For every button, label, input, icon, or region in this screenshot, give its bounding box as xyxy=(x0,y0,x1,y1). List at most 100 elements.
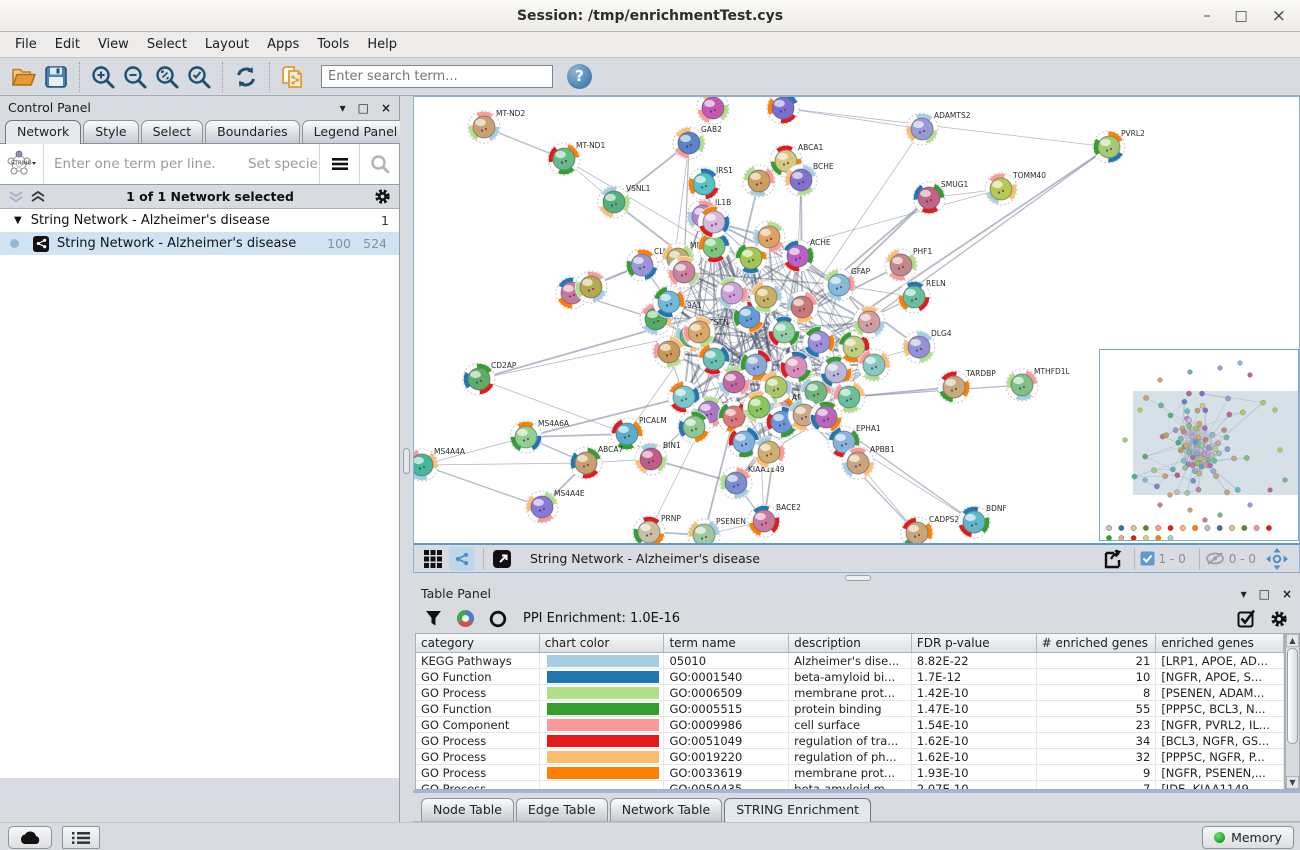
scroll-up-arrow[interactable]: ▲ xyxy=(1286,634,1299,647)
table-row[interactable]: GO Component GO:0009986 cell surface 1.5… xyxy=(416,717,1284,733)
network-node-mthfd1l[interactable]: MTHFD1L xyxy=(1006,367,1071,401)
string-view-button[interactable] xyxy=(449,547,475,571)
scrollbar-thumb[interactable] xyxy=(1287,648,1298,744)
tab-select[interactable]: Select xyxy=(141,120,204,143)
network-node-smug1[interactable]: SMUG1 xyxy=(913,180,969,214)
table-row[interactable]: GO Process GO:0051049 regulation of tra.… xyxy=(416,733,1284,749)
network-node-prnp[interactable]: PRNP xyxy=(633,514,681,543)
tab-style[interactable]: Style xyxy=(83,120,138,143)
network-node-tomm40[interactable]: TOMM40 xyxy=(985,171,1046,205)
network-node-dlg4[interactable]: DLG4 xyxy=(903,329,952,363)
menu-layout[interactable]: Layout xyxy=(196,34,258,55)
panel-float-icon[interactable]: □ xyxy=(1259,588,1270,600)
menu-file[interactable]: File xyxy=(6,34,46,55)
network-node-mt-nd2[interactable]: MT-ND2 xyxy=(468,109,525,143)
ring-chart-icon[interactable] xyxy=(489,610,507,628)
network-options-gear-icon[interactable] xyxy=(374,188,391,205)
zoom-out-button[interactable] xyxy=(119,61,151,93)
maximize-button[interactable]: □ xyxy=(1235,9,1248,23)
table-row[interactable]: GO Function GO:0001540 beta-amyloid bi..… xyxy=(416,669,1284,685)
string-options-button[interactable] xyxy=(319,144,359,184)
network-collection-row[interactable]: ▼ String Network - Alzheimer's disease 1 xyxy=(0,209,399,232)
birds-eye-view[interactable] xyxy=(1099,349,1299,541)
detach-view-button[interactable] xyxy=(489,547,515,571)
network-node-adamts2[interactable]: ADAMTS2 xyxy=(906,111,971,145)
menu-tools[interactable]: Tools xyxy=(308,34,358,55)
zoom-selected-button[interactable] xyxy=(183,61,215,93)
task-list-button[interactable] xyxy=(62,826,100,849)
column-header[interactable]: enriched genes xyxy=(1156,634,1284,652)
network-node-ache[interactable]: ACHE xyxy=(782,238,831,272)
network-node[interactable] xyxy=(575,271,607,303)
splitter-grip[interactable] xyxy=(845,575,871,581)
memory-button[interactable]: Memory xyxy=(1202,826,1294,849)
network-node-bdnf[interactable]: BDNF xyxy=(958,504,1007,538)
network-node-bche[interactable]: BCHE xyxy=(785,162,834,196)
network-node[interactable] xyxy=(767,97,799,124)
tab-legend-panel[interactable]: Legend Panel xyxy=(302,120,410,143)
zoom-fit-button[interactable] xyxy=(151,61,183,93)
string-query-input[interactable]: Enter one term per line. Set species → xyxy=(44,156,319,172)
network-row-selected[interactable]: String Network - Alzheimer's disease 100… xyxy=(0,232,399,255)
export-network-button[interactable] xyxy=(1100,547,1126,571)
network-node[interactable] xyxy=(698,206,730,238)
menu-select[interactable]: Select xyxy=(138,34,196,55)
table-settings-gear-icon[interactable] xyxy=(1270,610,1288,628)
zoom-in-button[interactable] xyxy=(87,61,119,93)
network-node-cadps2[interactable]: CADPS2 xyxy=(901,515,959,543)
panel-close-icon[interactable]: × xyxy=(1282,588,1292,600)
grid-view-button[interactable] xyxy=(420,547,446,571)
network-node[interactable] xyxy=(833,381,865,413)
string-protein-query-selector[interactable]: STRING xyxy=(0,144,44,184)
network-node-gab2[interactable]: GAB2 xyxy=(673,125,722,159)
network-node[interactable] xyxy=(803,326,835,358)
table-row[interactable]: GO Process GO:0050435 beta-amyloid m... … xyxy=(416,781,1284,790)
column-header[interactable]: # enriched genes xyxy=(1037,634,1157,652)
save-session-button[interactable] xyxy=(40,61,72,93)
network-node-vsnl1[interactable]: VSNL1 xyxy=(598,184,651,218)
tree-expand-caret[interactable]: ▼ xyxy=(14,215,22,226)
network-node-ms4a4a[interactable]: MS4A4A xyxy=(414,447,466,481)
column-header[interactable]: chart color xyxy=(540,634,665,652)
tab-node-table[interactable]: Node Table xyxy=(421,798,514,821)
refresh-button[interactable] xyxy=(230,61,262,93)
column-header[interactable]: term name xyxy=(664,634,789,652)
tab-boundaries[interactable]: Boundaries xyxy=(205,120,299,143)
expand-all-icon[interactable] xyxy=(30,190,46,204)
network-node-apbb1[interactable]: APBB1 xyxy=(842,445,895,479)
network-node[interactable] xyxy=(786,291,818,323)
network-node[interactable] xyxy=(750,281,782,313)
splitter-grip[interactable] xyxy=(403,448,410,474)
network-node-tardbp[interactable]: TARDBP xyxy=(938,369,996,403)
network-node-kiaa1149[interactable]: KIAA1149 xyxy=(720,465,785,499)
clone-network-button[interactable] xyxy=(277,61,309,93)
filter-icon[interactable] xyxy=(425,610,442,627)
select-all-checkbox-icon[interactable] xyxy=(1237,609,1256,628)
search-input[interactable] xyxy=(321,65,553,88)
string-search-button[interactable] xyxy=(359,144,399,184)
column-header[interactable]: description xyxy=(789,634,912,652)
open-session-button[interactable] xyxy=(8,61,40,93)
cloud-sync-button[interactable] xyxy=(8,826,52,849)
horizontal-splitter[interactable] xyxy=(413,573,1300,583)
collapse-all-icon[interactable] xyxy=(8,190,24,204)
network-node-bin1[interactable]: BIN1 xyxy=(635,441,681,475)
network-node[interactable] xyxy=(678,411,710,443)
enrichment-chart-icon[interactable] xyxy=(456,609,475,628)
network-node-abca7[interactable]: ABCA7 xyxy=(570,445,624,479)
network-node-phf1[interactable]: PHF1 xyxy=(885,247,932,281)
menu-help[interactable]: Help xyxy=(358,34,406,55)
scroll-down-arrow[interactable]: ▼ xyxy=(1286,776,1299,789)
column-header[interactable]: FDR p-value xyxy=(912,634,1037,652)
network-node[interactable] xyxy=(858,349,890,381)
panel-close-icon[interactable]: × xyxy=(381,102,391,114)
network-node-psenen[interactable]: PSENEN xyxy=(688,517,746,543)
table-row[interactable]: KEGG Pathways 05010 Alzheimer's dise... … xyxy=(416,653,1284,669)
panel-menu-icon[interactable]: ▾ xyxy=(1241,588,1247,600)
column-header[interactable]: category xyxy=(416,634,540,652)
panel-menu-icon[interactable]: ▾ xyxy=(340,102,346,114)
network-node-pvrl2[interactable]: PVRL2 xyxy=(1093,129,1145,163)
minimize-button[interactable]: – xyxy=(1204,9,1211,23)
menu-view[interactable]: View xyxy=(89,34,138,55)
network-node[interactable] xyxy=(668,256,700,288)
